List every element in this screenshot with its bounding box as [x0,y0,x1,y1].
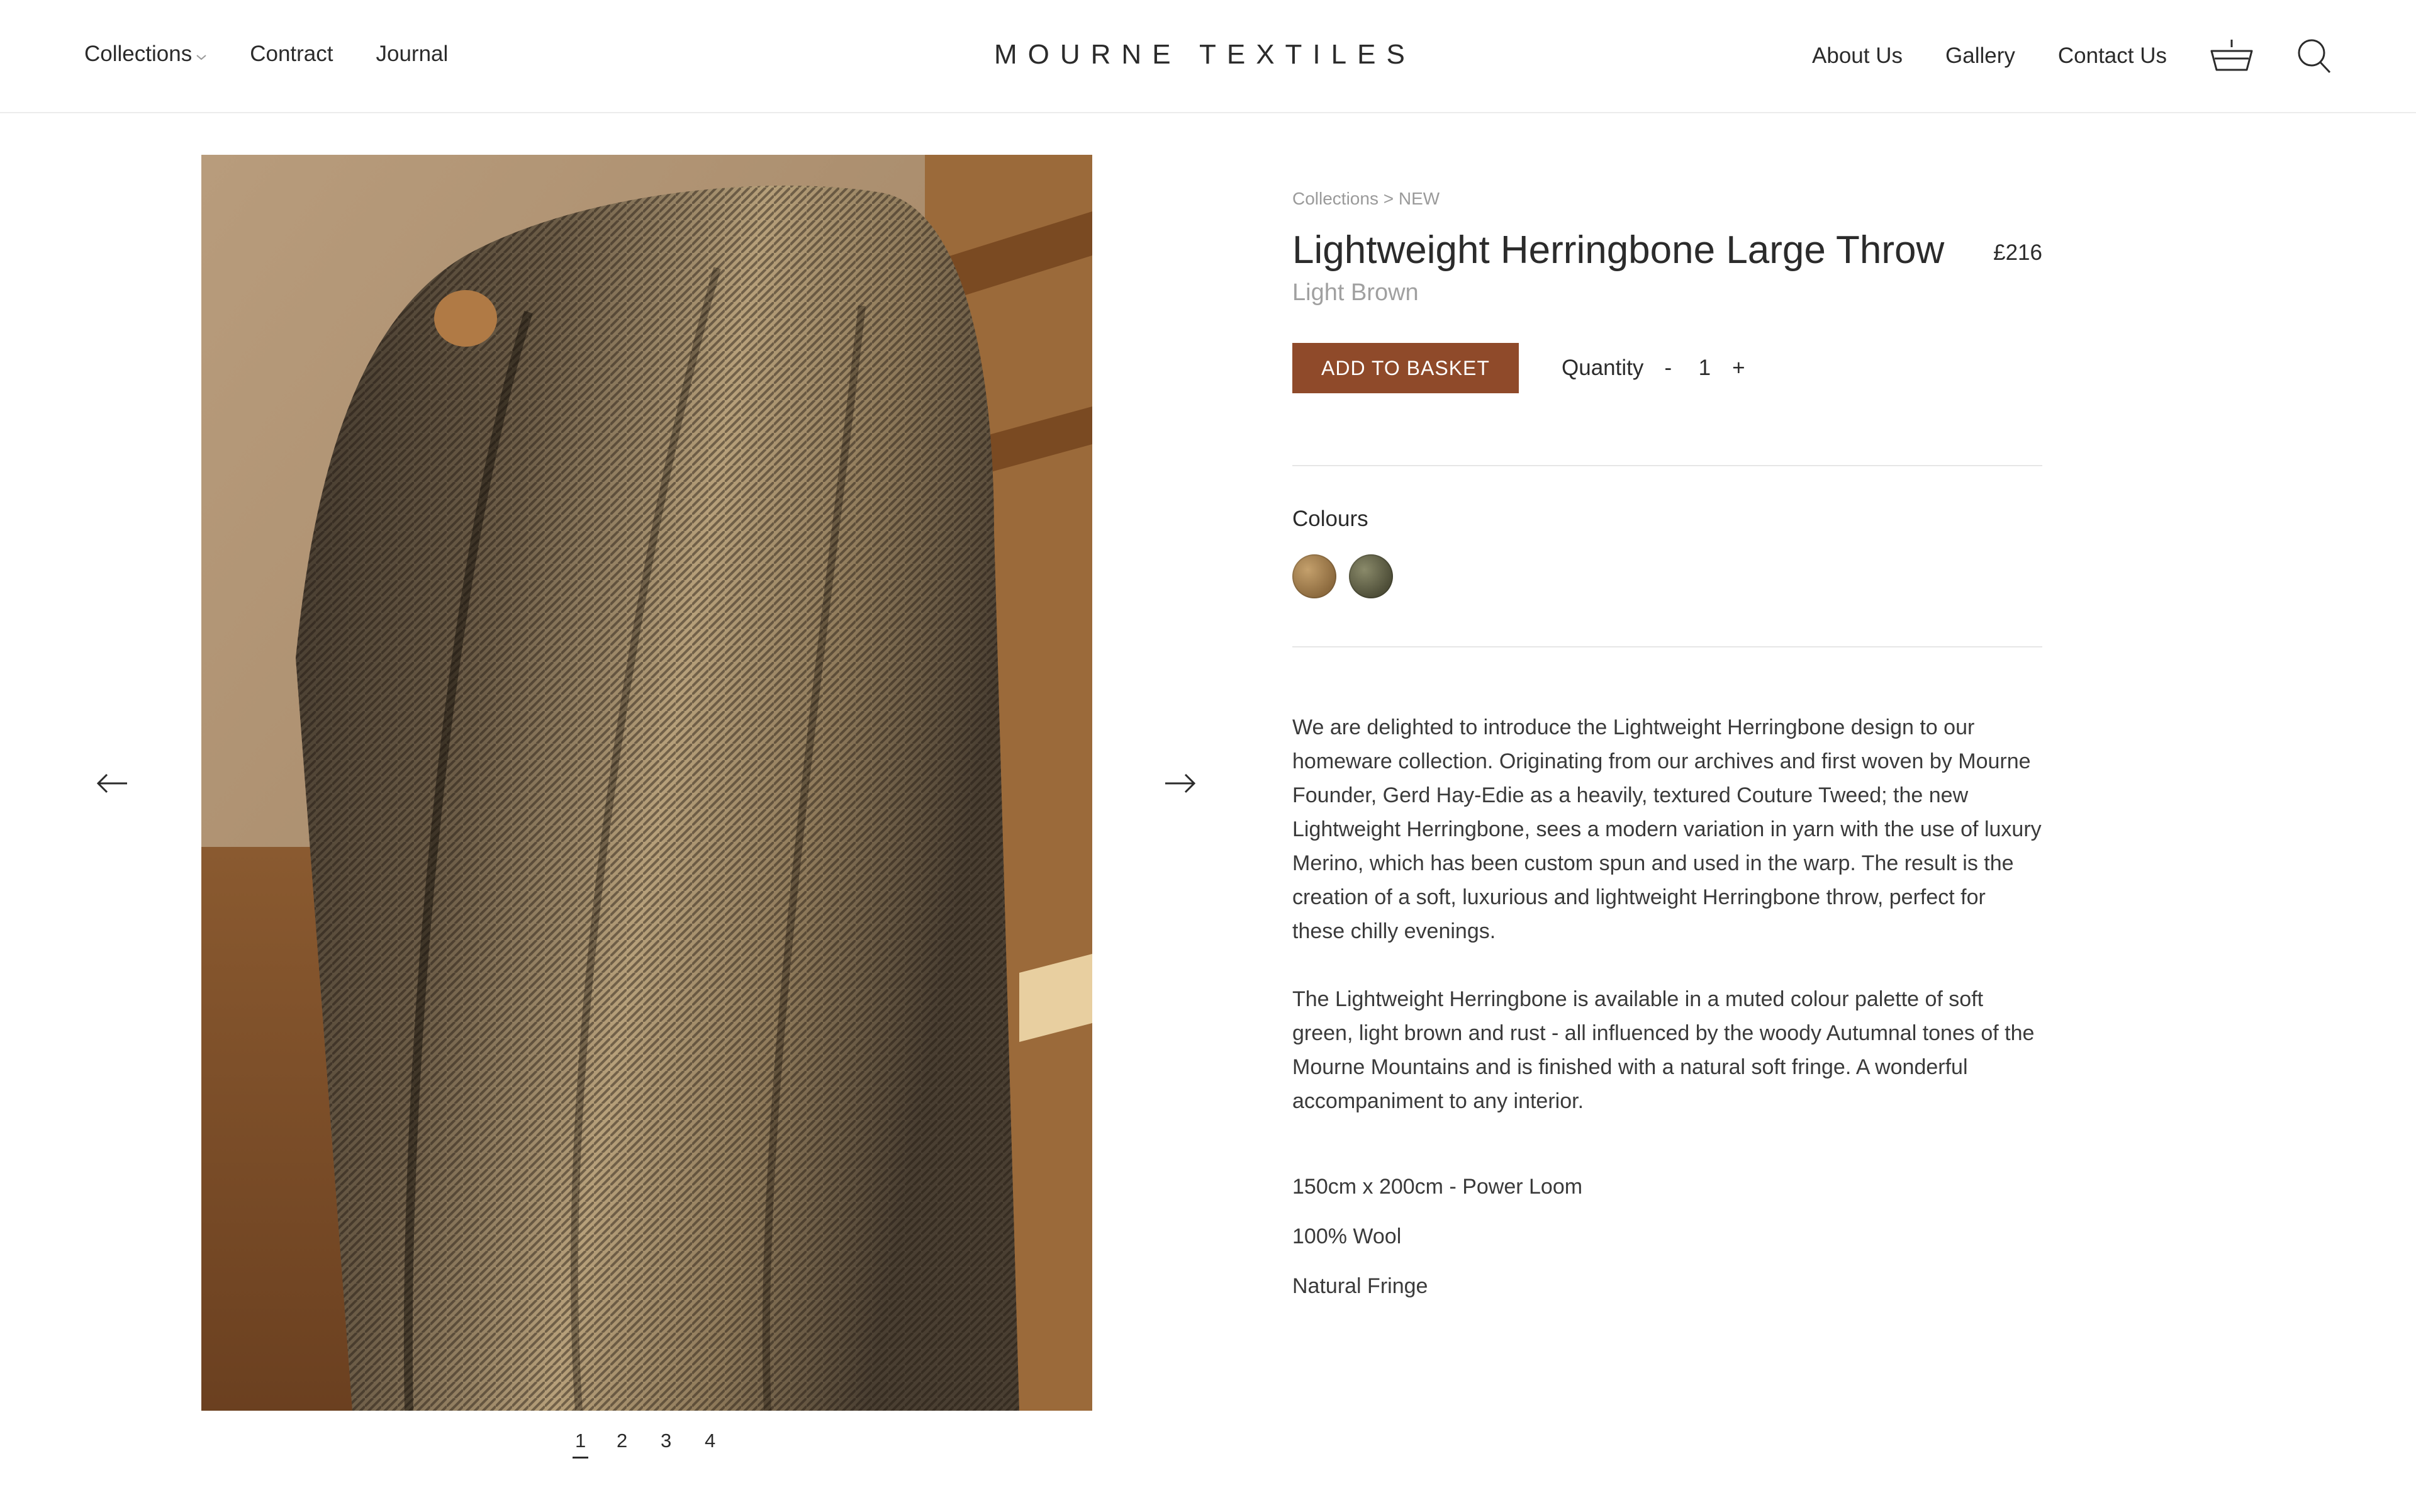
search-icon[interactable] [2296,38,2332,74]
swatch-soft-green[interactable] [1349,554,1393,598]
buy-row: ADD TO BASKET Quantity - 1 + [1292,343,2042,393]
product-page: Collections Contract Journal MOURNE TEXT… [0,0,2416,1512]
nav-collections[interactable]: Collections [84,42,207,67]
colour-swatches [1292,554,2042,598]
pager-item-2[interactable]: 2 [614,1430,658,1452]
nav-about-us[interactable]: About Us [1812,43,1903,69]
nav-contact-us[interactable]: Contact Us [2058,43,2167,69]
product-info: Collections > NEW Lightweight Herringbon… [1292,189,2042,1324]
product-colour-name: Light Brown [1292,279,1419,306]
description-paragraph: The Lightweight Herringbone is available… [1292,987,2035,1113]
quantity-label: Quantity [1562,356,1644,380]
chevron-down-icon [196,42,207,67]
spec-item: 150cm x 200cm - Power Loom [1292,1175,1583,1199]
divider [1292,646,2042,647]
product-image[interactable] [201,155,1092,1411]
brand-logo[interactable]: MOURNE TEXTILES [994,39,1422,70]
product-price: £216 [1993,240,2042,265]
nav-contract[interactable]: Contract [250,42,333,67]
colours-label: Colours [1292,507,1368,531]
add-to-basket-button[interactable]: ADD TO BASKET [1292,343,1519,393]
nav-journal[interactable]: Journal [376,42,448,67]
breadcrumb[interactable]: Collections > NEW [1292,189,2042,209]
pager-item-1[interactable]: 1 [570,1430,614,1459]
product-specs: 150cm x 200cm - Power Loom 100% Wool Nat… [1292,1175,2042,1299]
nav-gallery[interactable]: Gallery [1945,43,2015,69]
nav-collections-label: Collections [84,42,193,66]
nav-right: About Us Gallery Contact Us [1769,38,2332,74]
arrow-left-icon[interactable] [93,771,131,796]
basket-icon[interactable] [2210,38,2254,74]
pager-item-4[interactable]: 4 [702,1430,746,1452]
spec-item: Natural Fringe [1292,1274,1428,1298]
divider [1292,465,2042,466]
description-paragraph: We are delighted to introduce the Lightw… [1292,715,2042,943]
image-pager: 1 2 3 4 [570,1430,746,1459]
product-description: We are delighted to introduce the Lightw… [1292,710,2042,1118]
pager-item-3[interactable]: 3 [658,1430,702,1452]
spec-item: 100% Wool [1292,1224,1402,1248]
swatch-light-brown[interactable] [1292,554,1336,598]
arrow-right-icon[interactable] [1161,771,1199,796]
nav-left: Collections Contract Journal [84,42,491,67]
site-header: Collections Contract Journal MOURNE TEXT… [0,0,2416,113]
quantity-plus-button[interactable]: + [1729,356,1748,381]
quantity-value[interactable]: 1 [1695,356,1714,381]
title-row: Lightweight Herringbone Large Throw £216 [1292,228,2042,278]
product-title: Lightweight Herringbone Large Throw [1292,228,1945,272]
quantity-minus-button[interactable]: - [1658,356,1677,381]
